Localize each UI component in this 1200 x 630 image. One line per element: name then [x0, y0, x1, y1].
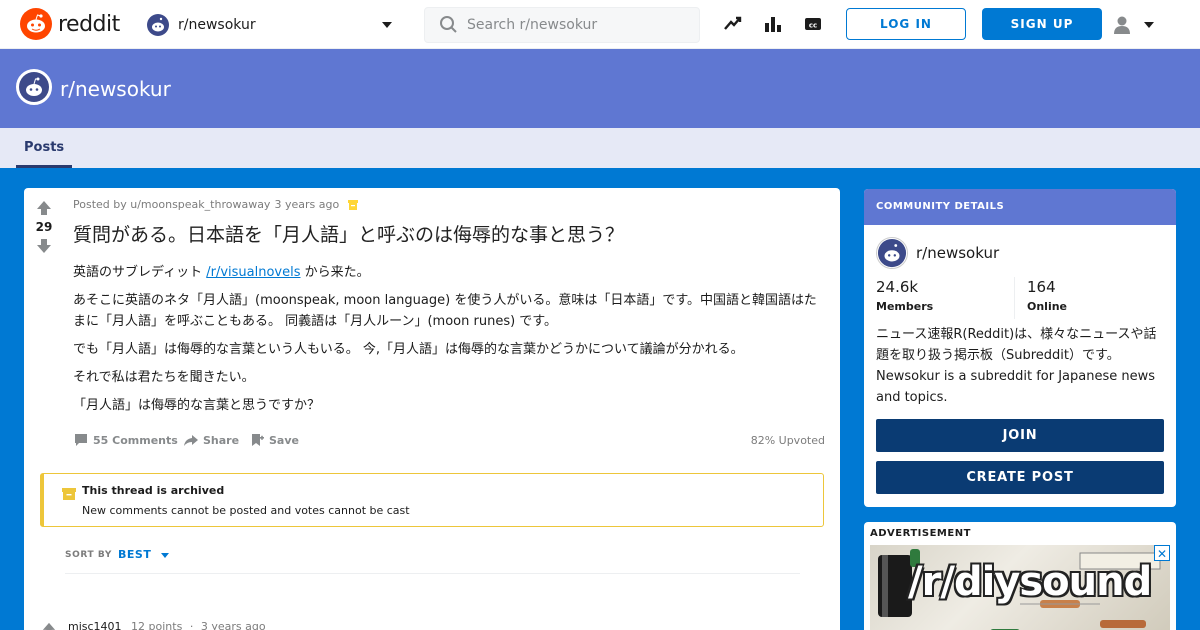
post-title[interactable]: 質問がある。日本語を「月人語」と呼ぶのは侮辱的な事と思う？ [73, 220, 833, 247]
archive-icon [348, 199, 359, 210]
post-card: 29 Posted by u/moonspeak_throwaway 3 yea… [24, 188, 840, 630]
share-icon [184, 435, 198, 446]
save-button[interactable]: Save [249, 432, 299, 448]
share-button[interactable]: Share [183, 432, 239, 448]
archived-title: This thread is archived [82, 484, 225, 497]
comments-button[interactable]: 55 Comments [73, 432, 178, 448]
sort-label: SORT BY [65, 550, 113, 560]
comment-time[interactable]: 3 years ago [201, 620, 266, 630]
chevron-down-icon [1144, 22, 1154, 28]
reddit-logo[interactable]: reddit [20, 8, 120, 40]
logo-wordmark: reddit [58, 11, 120, 37]
community-avatar-icon [19, 72, 49, 102]
signup-button[interactable]: SIGN UP [982, 8, 1102, 40]
post-paragraph: 「月人語」は侮辱的な言葉と思うですか？ [73, 398, 321, 413]
downvote-icon[interactable] [36, 238, 52, 254]
archived-text: New comments cannot be posted and votes … [82, 504, 410, 517]
svg-text:cc: cc [809, 22, 817, 30]
community-tabs: Posts [0, 128, 1200, 168]
login-button[interactable]: LOG IN [846, 8, 966, 40]
community-description: ニュース速報R(Reddit)は、様々なニュースや話題を取り扱う掲示板（Subr… [876, 327, 1157, 405]
community-switcher[interactable]: r/newsokur [146, 12, 396, 38]
leaderboard-icon[interactable] [763, 14, 783, 34]
trending-icon[interactable] [723, 14, 743, 34]
advertisement-label: ADVERTISEMENT [870, 528, 971, 539]
chevron-down-icon [161, 552, 170, 558]
post-paragraph: でも「月人語」は侮辱的な言葉という人もいる。 今,「月人語」は侮辱的な言葉かどう… [73, 342, 744, 357]
reddit-alien-icon [20, 8, 52, 40]
community-avatar-icon [876, 237, 908, 269]
sort-bar: SORT BY BEST [65, 548, 800, 574]
closed-caption-icon[interactable]: cc [803, 14, 823, 34]
comment-author[interactable]: misc1401 [68, 620, 122, 630]
archive-icon [62, 488, 76, 500]
upvote-ratio: 82% Upvoted [750, 434, 825, 447]
post-time[interactable]: 3 years ago [274, 198, 339, 211]
search-input[interactable] [467, 17, 687, 33]
advertisement-card: ADVERTISEMENT /r/diysound ✕ [864, 522, 1176, 630]
subreddit-link[interactable]: /r/visualnovels [206, 265, 300, 280]
comment-points: 12 points [131, 620, 183, 630]
post-paragraph: 英語のサブレディット /r/visualnovels から来た。 [73, 265, 370, 280]
vote-count: 29 [35, 220, 53, 234]
search-bar[interactable] [424, 7, 700, 43]
community-details-heading: COMMUNITY DETAILS [864, 189, 1176, 225]
user-menu[interactable] [1112, 12, 1162, 38]
sidebar-community[interactable]: r/newsokur [876, 237, 999, 269]
post-actions: 55 Comments Share Save 82% Upvoted [73, 432, 825, 450]
top-header: reddit r/newsokur cc LOG IN SI [0, 0, 1200, 49]
community-avatar-icon [147, 14, 169, 36]
community-switcher-label: r/newsokur [178, 17, 256, 33]
create-post-button[interactable]: CREATE POST [876, 461, 1164, 494]
community-details-card: COMMUNITY DETAILS r/newsokur 24.6k Membe… [864, 189, 1176, 507]
post-paragraph: あそこに英語のネタ「月人語」(moonspeak, moon language)… [73, 293, 817, 329]
community-banner: r/newsokur [0, 49, 1200, 128]
comment-icon [75, 434, 87, 446]
advertisement-image-text: /r/diysound [908, 559, 1152, 605]
advertisement-image[interactable]: /r/diysound [870, 545, 1170, 630]
vote-column: 29 [24, 188, 64, 254]
tab-posts[interactable]: Posts [16, 128, 73, 168]
archived-notice: This thread is archived New comments can… [40, 473, 824, 527]
join-button[interactable]: JOIN [876, 419, 1164, 452]
upvote-icon[interactable] [36, 200, 52, 216]
online-stat: 164 Online [1027, 278, 1068, 313]
save-icon [252, 434, 264, 446]
post-meta: Posted by u/moonspeak_throwaway 3 years … [73, 198, 359, 211]
chevron-down-icon [382, 22, 392, 28]
community-avatar [16, 69, 52, 105]
community-title: r/newsokur [60, 77, 171, 101]
search-icon [440, 16, 457, 33]
close-icon[interactable]: ✕ [1154, 545, 1170, 561]
stat-divider [1014, 277, 1015, 319]
comment-meta: misc1401 12 points · 3 years ago [68, 620, 266, 630]
user-icon [1114, 16, 1130, 34]
post-author[interactable]: Posted by u/moonspeak_throwaway [73, 198, 270, 211]
post-body: 英語のサブレディット /r/visualnovels から来た。 あそこに英語の… [73, 262, 825, 423]
members-stat: 24.6k Members [876, 278, 934, 313]
sort-dropdown[interactable]: BEST [118, 548, 171, 561]
sidebar-community-name: r/newsokur [916, 244, 1000, 262]
upvote-icon[interactable] [42, 622, 56, 630]
post-paragraph: それで私は君たちを聞きたい。 [73, 370, 255, 385]
